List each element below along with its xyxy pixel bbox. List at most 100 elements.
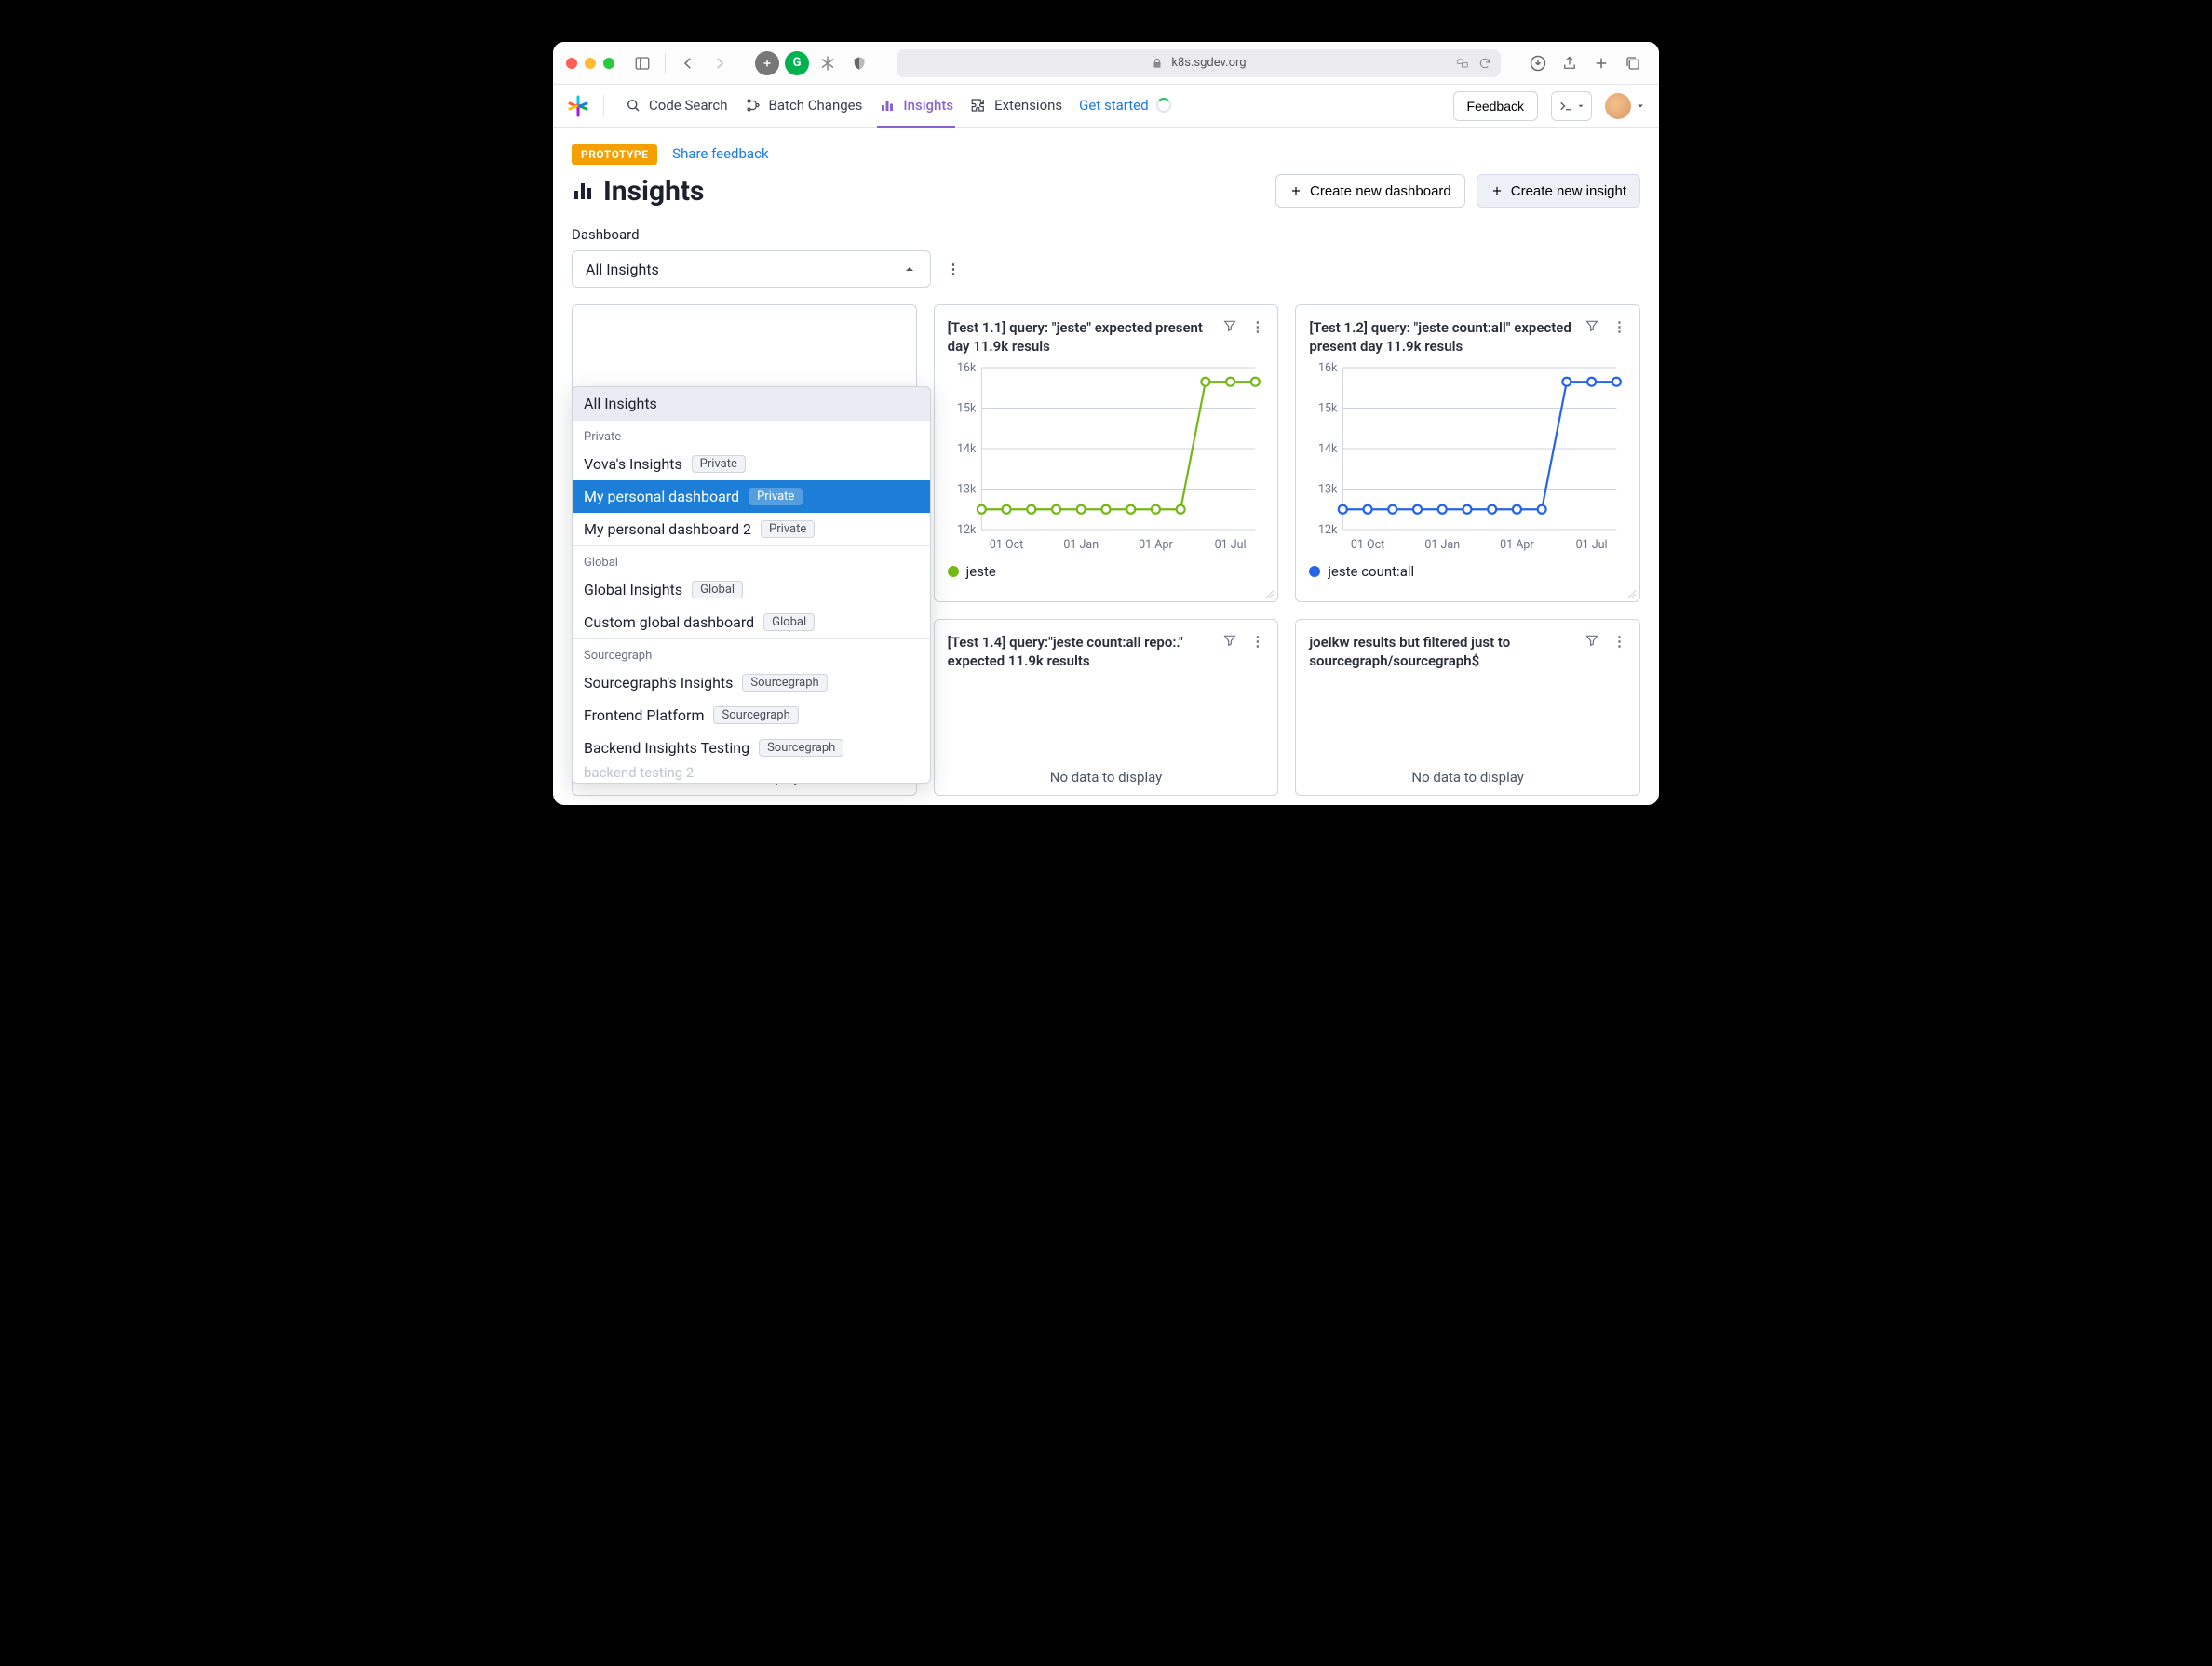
dropdown-item[interactable]: Frontend Platform Sourcegraph <box>573 699 930 732</box>
puzzle-icon <box>970 97 987 114</box>
chevron-down-icon <box>1635 101 1646 112</box>
dropdown-item-tag: Sourcegraph <box>759 739 843 757</box>
legend-swatch <box>1309 566 1320 577</box>
dropdown-item[interactable]: Vova's Insights Private <box>573 448 930 480</box>
nav-get-started[interactable]: Get started <box>1077 85 1172 128</box>
user-menu[interactable] <box>1605 93 1646 119</box>
plus-icon <box>1289 184 1302 197</box>
svg-text:01 Oct: 01 Oct <box>990 538 1023 552</box>
share-feedback-link[interactable]: Share feedback <box>672 145 768 162</box>
chart-legend: jeste <box>948 563 1265 580</box>
dropdown-item[interactable]: Global Insights Global <box>573 573 930 606</box>
address-bar[interactable]: k8s.sgdev.org <box>897 49 1501 77</box>
no-data-message: No data to display <box>1309 671 1626 786</box>
card-menu-kebab[interactable]: ⋮ <box>1612 318 1626 335</box>
keyboard-shortcuts-button[interactable] <box>1551 91 1592 121</box>
nav-label: Code Search <box>649 97 728 114</box>
resize-handle[interactable] <box>1625 586 1636 598</box>
prototype-badge: PROTOTYPE <box>572 144 657 165</box>
tabs-overview-icon[interactable] <box>1620 50 1646 76</box>
legend-swatch <box>948 566 959 577</box>
feedback-button[interactable]: Feedback <box>1453 91 1538 121</box>
nav-code-search[interactable]: Code Search <box>623 85 730 128</box>
svg-text:14k: 14k <box>1318 442 1338 456</box>
back-icon[interactable] <box>675 50 701 76</box>
nav-label: Extensions <box>994 97 1062 114</box>
extension-snowflake-icon[interactable] <box>815 50 841 76</box>
filter-icon[interactable] <box>1585 318 1599 333</box>
dropdown-item-label: Vova's Insights <box>584 455 682 473</box>
dropdown-group-sourcegraph: Sourcegraph <box>573 639 930 666</box>
dropdown-group-private: Private <box>573 421 930 448</box>
dashboard-label: Dashboard <box>572 226 1640 243</box>
button-label: Create new insight <box>1511 183 1626 199</box>
dashboard-menu-kebab[interactable]: ⋮ <box>944 261 963 277</box>
dropdown-item-tag: Sourcegraph <box>742 674 827 692</box>
extension-shield-icon[interactable] <box>846 50 872 76</box>
dropdown-item[interactable]: Backend Insights Testing Sourcegraph <box>573 732 930 764</box>
svg-text:14k: 14k <box>957 442 977 456</box>
downloads-icon[interactable] <box>1525 50 1551 76</box>
dropdown-item-label: Global Insights <box>584 581 682 598</box>
dropdown-item-all[interactable]: All Insights <box>573 387 930 420</box>
new-tab-icon[interactable] <box>1588 50 1614 76</box>
card-menu-kebab[interactable]: ⋮ <box>1612 633 1626 650</box>
insight-card-test-1-2: [Test 1.2] query: "jeste count:all" expe… <box>1295 304 1640 602</box>
lock-icon <box>1151 57 1164 70</box>
dropdown-item[interactable]: Custom global dashboard Global <box>573 606 930 638</box>
card-title: [Test 1.4] query:"jeste count:all repo:.… <box>948 633 1212 671</box>
sidebar-toggle-icon[interactable] <box>629 50 655 76</box>
svg-text:01 Apr: 01 Apr <box>1500 538 1534 552</box>
filter-icon[interactable] <box>1222 318 1237 333</box>
dashboard-selector[interactable]: All Insights <box>572 250 931 288</box>
extension-grammarly-icon[interactable]: G <box>785 51 809 75</box>
nav-batch-changes[interactable]: Batch Changes <box>743 85 865 128</box>
dropdown-item-label: Frontend Platform <box>584 706 704 724</box>
window-traffic-lights[interactable] <box>566 58 614 69</box>
legend-label: jeste <box>966 563 996 580</box>
browser-window: G k8s.sgdev.org <box>553 42 1659 805</box>
card-menu-kebab[interactable]: ⋮ <box>1250 318 1264 335</box>
nav-insights[interactable]: Insights <box>877 85 955 128</box>
terminal-icon <box>1558 98 1574 114</box>
svg-text:12k: 12k <box>1318 523 1338 537</box>
nav-label: Insights <box>903 97 953 114</box>
create-dashboard-button[interactable]: Create new dashboard <box>1275 174 1465 208</box>
chart-legend: jeste count:all <box>1309 563 1626 580</box>
search-icon <box>625 97 641 114</box>
insight-card-joelkw: joelkw results but filtered just to sour… <box>1295 619 1640 796</box>
filter-icon[interactable] <box>1585 633 1599 648</box>
dropdown-item[interactable]: My personal dashboard 2 Private <box>573 513 930 545</box>
bar-chart-icon <box>879 97 896 114</box>
dropdown-item[interactable]: Sourcegraph's Insights Sourcegraph <box>573 666 930 699</box>
dropdown-item-label: My personal dashboard 2 <box>584 520 751 538</box>
spinner-icon <box>1156 98 1171 113</box>
extension-circle-plus-icon[interactable] <box>755 51 779 75</box>
button-label: Create new dashboard <box>1310 183 1451 199</box>
dropdown-item-tag: Private <box>692 455 746 473</box>
card-title: [Test 1.2] query: "jeste count:all" expe… <box>1309 318 1573 356</box>
dropdown-item-tag: Private <box>761 520 815 538</box>
dropdown-item-selected[interactable]: My personal dashboard Private <box>573 480 930 513</box>
svg-text:13k: 13k <box>957 482 977 496</box>
page-title: Insights <box>572 175 704 208</box>
plus-icon <box>1490 184 1504 197</box>
insight-chart: 12k13k14k15k16k01 Oct01 Jan01 Apr01 Jul <box>1309 360 1626 559</box>
nav-extensions[interactable]: Extensions <box>968 85 1064 128</box>
forward-icon <box>707 50 733 76</box>
svg-text:13k: 13k <box>1318 482 1338 496</box>
dropdown-overflow-preview: backend testing 2 <box>573 764 930 783</box>
create-insight-button[interactable]: Create new insight <box>1477 174 1640 208</box>
filter-icon[interactable] <box>1222 633 1237 648</box>
svg-text:15k: 15k <box>957 401 977 415</box>
dropdown-item-tag: Global <box>692 581 743 598</box>
reload-icon[interactable] <box>1478 57 1491 70</box>
svg-text:12k: 12k <box>957 523 977 537</box>
svg-text:01 Jan: 01 Jan <box>1425 538 1461 552</box>
sourcegraph-logo-icon[interactable] <box>566 94 590 118</box>
resize-handle[interactable] <box>1262 586 1274 598</box>
share-icon[interactable] <box>1557 50 1583 76</box>
dropdown-item-label: Custom global dashboard <box>584 613 754 631</box>
insight-chart: 12k13k14k15k16k01 Oct01 Jan01 Apr01 Jul <box>948 360 1265 559</box>
translate-icon[interactable] <box>1456 57 1469 70</box>
